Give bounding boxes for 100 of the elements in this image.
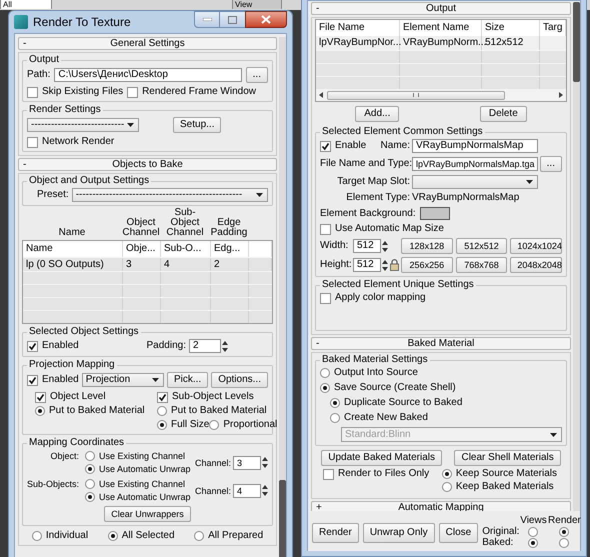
checkbox[interactable] [320,292,331,304]
radio-button[interactable] [330,413,340,423]
height-field[interactable]: 512 [353,258,381,272]
minimize-button[interactable] [194,11,220,28]
checkbox[interactable] [127,86,138,98]
column-header[interactable]: Name [23,241,123,257]
column-header[interactable]: Edg... [211,241,249,257]
channel-field[interactable]: 3 [233,456,261,470]
filter-dropdown[interactable]: All [0,0,52,9]
checkbox[interactable] [27,374,38,386]
checkbox[interactable] [27,136,38,148]
radio-button[interactable] [85,492,95,502]
radio-button[interactable] [32,531,42,541]
column-label: Edge Padding [210,218,248,238]
size-preset-button[interactable]: 1024x1024 [510,238,562,254]
checkbox-label: Skip Existing Files [42,86,124,98]
arrow-right-icon[interactable] [559,92,563,98]
checkbox[interactable] [35,392,46,402]
viewport-dropdown[interactable]: View [232,0,282,9]
radio-button[interactable] [330,398,340,408]
close-button[interactable] [245,11,287,28]
target-map-slot-dropdown[interactable] [412,175,538,189]
clear-unwrappers-button[interactable]: Clear Unwrappers [104,506,191,522]
checkbox[interactable] [27,86,38,98]
field-label: Channel: [194,484,231,496]
checkbox[interactable] [27,340,38,352]
group-title: Selected Element Unique Settings [320,279,476,291]
radio-button[interactable] [194,531,204,541]
size-preset-button[interactable]: 128x128 [401,238,453,254]
horizontal-scrollbar[interactable] [316,89,566,101]
radio-button[interactable] [528,526,538,536]
add-button[interactable]: Add... [355,106,400,122]
size-preset-button[interactable]: 256x256 [401,257,453,273]
checkbox[interactable] [323,468,334,480]
delete-button[interactable]: Delete [480,106,527,122]
radio-button[interactable] [157,406,167,416]
field-label: Object: [49,450,79,462]
preset-dropdown[interactable]: -------------------------------------------------- [72,188,268,202]
group-title: Output [27,54,62,66]
browse-button[interactable]: ... [246,67,268,83]
table-cell: 2 [211,258,249,271]
column-label: Object Channel [122,218,160,238]
radio-button[interactable] [528,538,538,548]
radio-button[interactable] [157,420,167,430]
field-label: Height: [320,259,351,271]
radio-button[interactable] [320,383,330,393]
lock-icon[interactable] [390,259,399,271]
unwrap-only-button[interactable]: Unwrap Only [362,523,435,543]
rollout-header[interactable]: - Output [311,2,571,15]
group-title: Object and Output Settings [27,175,152,187]
radio-button[interactable] [320,368,330,378]
name-field[interactable]: VRayBumpNormalsMap [412,139,538,153]
path-field[interactable]: C:\Users\Денис\Desktop [54,68,242,82]
projection-dropdown[interactable]: Projection [82,373,164,387]
browse-button[interactable]: ... [540,156,562,172]
column-header[interactable]: Sub-O... [161,241,211,257]
file-name-field[interactable]: lpVRayBumpNormalsMap.tga [412,157,538,171]
field-label: Element Background: [320,208,416,220]
radio-button[interactable] [559,538,570,548]
update-baked-materials-button[interactable]: Update Baked Materials [321,450,442,466]
color-swatch[interactable] [420,207,450,220]
arrow-left-icon[interactable] [319,92,323,98]
channel-field[interactable]: 4 [233,484,261,498]
render-button[interactable]: Render [312,523,359,543]
group-title: Render Settings [27,104,103,116]
vertical-scrollbar[interactable] [573,2,580,511]
clear-shell-materials-button[interactable]: Clear Shell Materials [454,450,561,466]
checkbox[interactable] [320,224,331,234]
render-preset-dropdown[interactable]: ---------------------------- [27,118,139,132]
radio-button[interactable] [442,482,452,492]
options-button[interactable]: Options... [211,372,268,388]
rollout-header[interactable]: - Objects to Bake [18,158,277,171]
checkbox[interactable] [157,392,168,402]
field-label: Path: [27,69,50,81]
rollout-header[interactable]: - Baked Material [311,337,571,350]
radio-button[interactable] [108,531,118,541]
rollout-header[interactable]: - General Settings [18,37,277,50]
close-dialog-button[interactable]: Close [438,523,478,543]
radio-button[interactable] [85,479,95,489]
radio-button[interactable] [85,451,95,461]
radio-label: Duplicate Source to Baked [344,397,462,409]
size-preset-button[interactable]: 768x768 [456,257,508,273]
pick-button[interactable]: Pick... [166,372,208,388]
radio-button[interactable] [209,420,220,430]
column-header[interactable]: Obje... [123,241,161,257]
checkbox[interactable] [320,140,331,152]
vertical-scrollbar[interactable] [279,37,286,557]
radio-button[interactable] [35,406,45,416]
setup-button[interactable]: Setup... [173,117,222,133]
size-preset-button[interactable]: 2048x2048 [510,257,562,273]
maximize-button[interactable] [220,11,245,28]
group-title: Selected Object Settings [27,326,141,338]
radio-button[interactable] [442,469,452,479]
radio-button[interactable] [85,464,95,474]
size-preset-button[interactable]: 512x512 [456,238,508,254]
checkbox-label: Enabled [42,374,79,386]
padding-field[interactable]: 2 [189,339,221,353]
width-field[interactable]: 512 [353,239,381,253]
radio-button[interactable] [559,526,570,536]
field-label: Width: [320,240,350,252]
